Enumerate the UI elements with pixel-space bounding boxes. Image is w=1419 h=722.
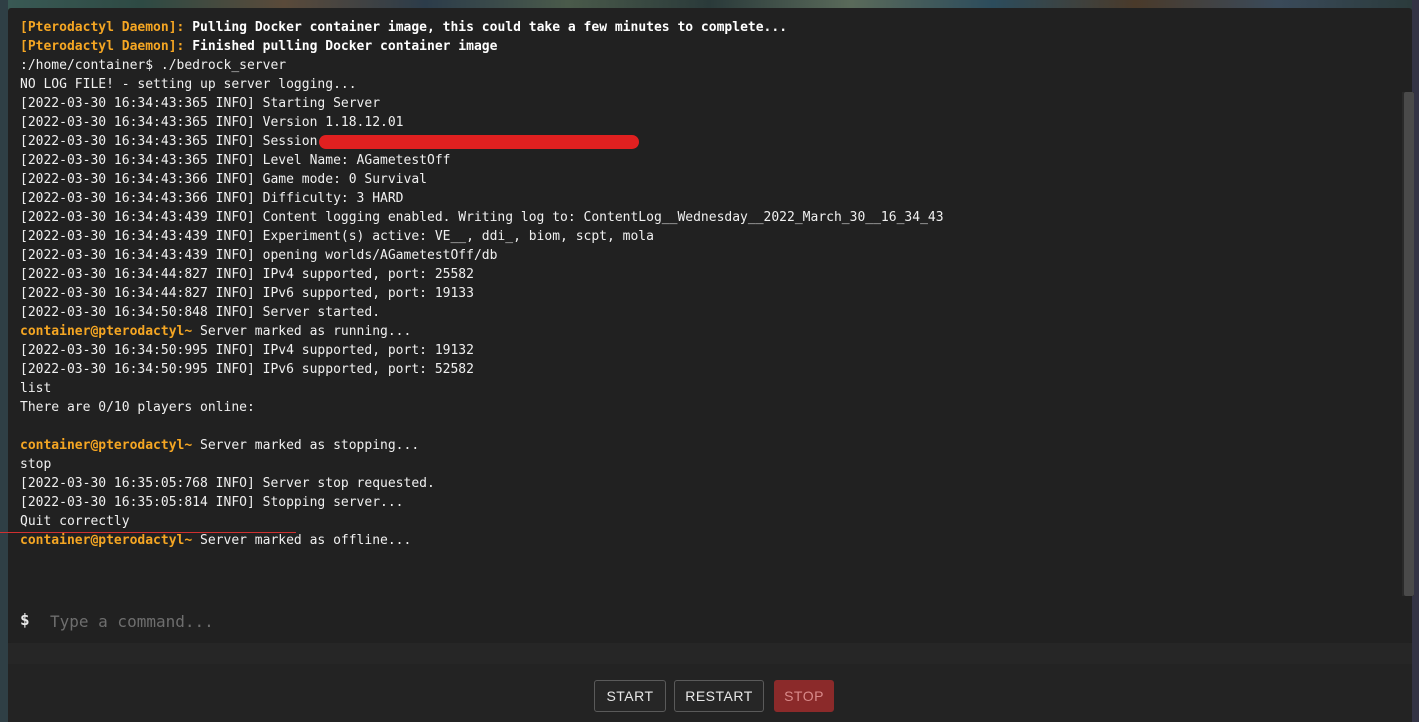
console-line: container@pterodactyl~ Server marked as …	[20, 436, 1390, 455]
console-line-text: stop	[20, 457, 52, 472]
restart-button[interactable]: RESTART	[674, 680, 764, 712]
console-line: [2022-03-30 16:34:43:365 INFO] Version 1…	[20, 113, 1390, 132]
console-line-text: [2022-03-30 16:34:43:366 INFO] Game mode…	[20, 172, 427, 187]
console-line-text: [2022-03-30 16:34:44:827 INFO] IPv6 supp…	[20, 286, 474, 301]
console-line-text: There are 0/10 players online:	[20, 400, 255, 415]
console-line-text: [2022-03-30 16:34:50:995 INFO] IPv4 supp…	[20, 343, 474, 358]
console-line: container@pterodactyl~ Server marked as …	[20, 531, 1390, 550]
console-line-text: :/home/container$ ./bedrock_server	[20, 58, 287, 73]
redaction-mark	[319, 134, 640, 149]
command-prompt-symbol: $	[20, 610, 30, 629]
console-line-text: Finished pulling Docker container image	[184, 39, 498, 54]
console-line: list	[20, 379, 1390, 398]
console-line: Quit correctly	[20, 512, 1390, 531]
console-line: stop	[20, 455, 1390, 474]
console-line: [2022-03-30 16:35:05:814 INFO] Stopping …	[20, 493, 1390, 512]
console-line: There are 0/10 players online:	[20, 398, 1390, 417]
console-line: :/home/container$ ./bedrock_server	[20, 56, 1390, 75]
console-line-text: [2022-03-30 16:34:43:439 INFO] opening w…	[20, 248, 498, 263]
console-line: [2022-03-30 16:34:44:827 INFO] IPv4 supp…	[20, 265, 1390, 284]
console-line-text: [2022-03-30 16:35:05:814 INFO] Stopping …	[20, 495, 404, 510]
console-line-text: [2022-03-30 16:34:43:365 INFO] Version 1…	[20, 115, 404, 130]
console-line-text: [2022-03-30 16:34:50:848 INFO] Server st…	[20, 305, 381, 320]
console-line: [2022-03-30 16:35:05:768 INFO] Server st…	[20, 474, 1390, 493]
console-line: [Pterodactyl Daemon]: Finished pulling D…	[20, 37, 1390, 56]
console-line-text: [2022-03-30 16:34:50:995 INFO] IPv6 supp…	[20, 362, 474, 377]
server-console-page: [Pterodactyl Daemon]: Pulling Docker con…	[0, 0, 1419, 722]
console-line-text: [2022-03-30 16:35:05:768 INFO] Server st…	[20, 476, 435, 491]
console-line-text: [2022-03-30 16:34:44:827 INFO] IPv4 supp…	[20, 267, 474, 282]
console-scrollbar-thumb[interactable]	[1404, 92, 1414, 596]
console-line: NO LOG FILE! - setting up server logging…	[20, 75, 1390, 94]
console-line-text: Server marked as offline...	[192, 533, 412, 548]
console-line: [2022-03-30 16:34:43:366 INFO] Difficult…	[20, 189, 1390, 208]
console-line: [2022-03-30 16:34:50:995 INFO] IPv6 supp…	[20, 360, 1390, 379]
annotation-underline	[0, 532, 296, 533]
console-line-text: list	[20, 381, 52, 396]
start-button[interactable]: START	[594, 680, 666, 712]
daemon-prefix: [Pterodactyl Daemon]:	[20, 39, 185, 54]
console-line: [2022-03-30 16:34:43:439 INFO] Experimen…	[20, 227, 1390, 246]
console-line: [2022-03-30 16:34:43:439 INFO] opening w…	[20, 246, 1390, 265]
console-line: container@pterodactyl~ Server marked as …	[20, 322, 1390, 341]
console-line-text: Server marked as running...	[192, 324, 412, 339]
console-line: [2022-03-30 16:34:50:848 INFO] Server st…	[20, 303, 1390, 322]
power-controls: START RESTART STOP	[8, 664, 1412, 722]
console-line-text: [2022-03-30 16:34:43:439 INFO] Content l…	[20, 210, 944, 225]
console-log: [Pterodactyl Daemon]: Pulling Docker con…	[20, 18, 1390, 550]
daemon-prefix: [Pterodactyl Daemon]:	[20, 20, 185, 35]
console-divider	[8, 643, 1412, 664]
console-line: [2022-03-30 16:34:44:827 INFO] IPv6 supp…	[20, 284, 1390, 303]
console-line-text: Pulling Docker container image, this cou…	[184, 20, 788, 35]
console-line: [Pterodactyl Daemon]: Pulling Docker con…	[20, 18, 1390, 37]
console-line-text: [2022-03-30 16:34:43:365 INFO] Level Nam…	[20, 153, 451, 168]
console-line: [2022-03-30 16:34:43:366 INFO] Game mode…	[20, 170, 1390, 189]
container-prefix: container@pterodactyl~	[20, 438, 193, 453]
console-line: [2022-03-30 16:34:43:365 INFO] Session	[20, 132, 1390, 151]
console-line: [2022-03-30 16:34:43:439 INFO] Content l…	[20, 208, 1390, 227]
console-line-text: NO LOG FILE! - setting up server logging…	[20, 77, 357, 92]
container-prefix: container@pterodactyl~	[20, 533, 193, 548]
command-input[interactable]	[48, 604, 1382, 638]
console-line-text: Server marked as stopping...	[192, 438, 420, 453]
console-line-text: [2022-03-30 16:34:43:439 INFO] Experimen…	[20, 229, 654, 244]
console-panel: [Pterodactyl Daemon]: Pulling Docker con…	[8, 8, 1414, 643]
command-bar: $	[8, 600, 1388, 640]
console-line-text: [2022-03-30 16:34:43:365 INFO] Session	[20, 134, 318, 149]
console-line-text: Quit correctly	[20, 514, 130, 529]
container-prefix: container@pterodactyl~	[20, 324, 193, 339]
console-line-text: [2022-03-30 16:34:43:366 INFO] Difficult…	[20, 191, 404, 206]
background-left-edge	[0, 0, 8, 722]
stop-button[interactable]: STOP	[774, 680, 834, 712]
console-line-text: [2022-03-30 16:34:43:365 INFO] Starting …	[20, 96, 381, 111]
console-line: [2022-03-30 16:34:43:365 INFO] Starting …	[20, 94, 1390, 113]
console-line: [2022-03-30 16:34:50:995 INFO] IPv4 supp…	[20, 341, 1390, 360]
console-line: [2022-03-30 16:34:43:365 INFO] Level Nam…	[20, 151, 1390, 170]
